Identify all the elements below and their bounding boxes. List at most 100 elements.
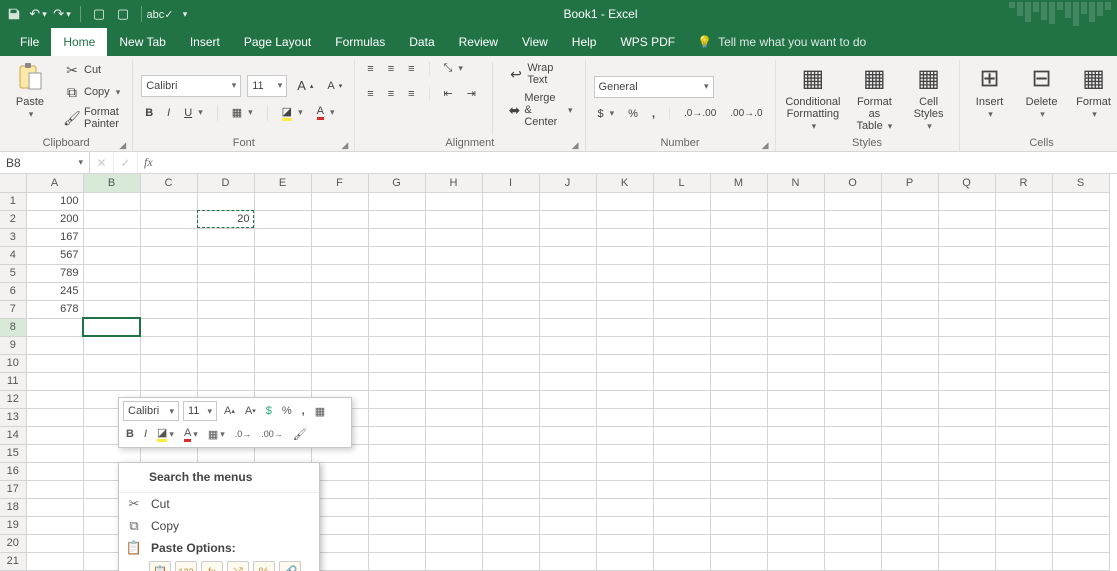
cell-H10[interactable] <box>425 354 482 372</box>
row-header-2[interactable]: 2 <box>0 210 26 228</box>
mini-italic[interactable]: I <box>141 426 150 442</box>
cell-G17[interactable] <box>368 480 425 498</box>
cell-N11[interactable] <box>767 372 824 390</box>
cell-G1[interactable] <box>368 192 425 210</box>
cell-I2[interactable] <box>482 210 539 228</box>
cell-H11[interactable] <box>425 372 482 390</box>
cell-K13[interactable] <box>596 408 653 426</box>
cell-K3[interactable] <box>596 228 653 246</box>
cell-M20[interactable] <box>710 534 767 552</box>
cell-S9[interactable] <box>1052 336 1109 354</box>
cell-S10[interactable] <box>1052 354 1109 372</box>
cell-C11[interactable] <box>140 372 197 390</box>
cell-L10[interactable] <box>653 354 710 372</box>
cell-H9[interactable] <box>425 336 482 354</box>
mini-brush[interactable]: 🖌 <box>290 426 310 443</box>
cell-S12[interactable] <box>1052 390 1109 408</box>
cell-L15[interactable] <box>653 444 710 462</box>
cell-J9[interactable] <box>539 336 596 354</box>
cell-J5[interactable] <box>539 264 596 282</box>
font-name-combo[interactable]: Calibri▾ <box>141 75 241 97</box>
cell-D11[interactable] <box>197 372 254 390</box>
cell-L18[interactable] <box>653 498 710 516</box>
cell-A8[interactable] <box>26 318 83 336</box>
cell-C6[interactable] <box>140 282 197 300</box>
cell-O5[interactable] <box>824 264 881 282</box>
row-header-16[interactable]: 16 <box>0 462 26 480</box>
formula-cancel-button[interactable]: ✕ <box>90 152 114 173</box>
cell-Q8[interactable] <box>938 318 995 336</box>
cell-S14[interactable] <box>1052 426 1109 444</box>
cell-M19[interactable] <box>710 516 767 534</box>
row-header-7[interactable]: 7 <box>0 300 26 318</box>
tab-insert[interactable]: Insert <box>178 28 232 56</box>
cell-H1[interactable] <box>425 192 482 210</box>
cell-N13[interactable] <box>767 408 824 426</box>
spellcheck-icon[interactable]: abc✓ <box>152 6 168 22</box>
tab-formulas[interactable]: Formulas <box>323 28 397 56</box>
cell-G7[interactable] <box>368 300 425 318</box>
cell-K19[interactable] <box>596 516 653 534</box>
cell-K9[interactable] <box>596 336 653 354</box>
fx-icon[interactable]: fx <box>138 155 159 170</box>
cell-R6[interactable] <box>995 282 1052 300</box>
cell-H8[interactable] <box>425 318 482 336</box>
cell-G20[interactable] <box>368 534 425 552</box>
cell-F9[interactable] <box>311 336 368 354</box>
cell-B9[interactable] <box>83 336 140 354</box>
ctx-copy[interactable]: ⧉Copy <box>119 515 319 537</box>
cell-B2[interactable] <box>83 210 140 228</box>
cell-S20[interactable] <box>1052 534 1109 552</box>
col-header-E[interactable]: E <box>254 174 311 192</box>
cell-P2[interactable] <box>881 210 938 228</box>
cell-I13[interactable] <box>482 408 539 426</box>
cell-K2[interactable] <box>596 210 653 228</box>
cell-O8[interactable] <box>824 318 881 336</box>
cell-M10[interactable] <box>710 354 767 372</box>
increase-indent-button[interactable]: ⇥ <box>463 85 480 102</box>
cell-G14[interactable] <box>368 426 425 444</box>
mini-dec-decimal[interactable]: .00→ <box>258 427 286 441</box>
cell-K10[interactable] <box>596 354 653 372</box>
cell-M8[interactable] <box>710 318 767 336</box>
mini-accounting[interactable]: $ <box>263 403 275 419</box>
cell-L19[interactable] <box>653 516 710 534</box>
cell-M11[interactable] <box>710 372 767 390</box>
row-header-15[interactable]: 15 <box>0 444 26 462</box>
cell-R3[interactable] <box>995 228 1052 246</box>
cell-D7[interactable] <box>197 300 254 318</box>
format-as-table-button[interactable]: ▦Format as Table ▾ <box>850 60 898 134</box>
align-top-button[interactable]: ≡ <box>363 61 377 77</box>
cell-J15[interactable] <box>539 444 596 462</box>
cell-I17[interactable] <box>482 480 539 498</box>
cell-Q4[interactable] <box>938 246 995 264</box>
col-header-A[interactable]: A <box>26 174 83 192</box>
cell-M17[interactable] <box>710 480 767 498</box>
col-header-I[interactable]: I <box>482 174 539 192</box>
tab-home[interactable]: Home <box>51 28 107 56</box>
cell-O20[interactable] <box>824 534 881 552</box>
cell-D9[interactable] <box>197 336 254 354</box>
cell-G5[interactable] <box>368 264 425 282</box>
cell-Q2[interactable] <box>938 210 995 228</box>
cell-J13[interactable] <box>539 408 596 426</box>
col-header-C[interactable]: C <box>140 174 197 192</box>
cell-B7[interactable] <box>83 300 140 318</box>
cell-N18[interactable] <box>767 498 824 516</box>
cell-A12[interactable] <box>26 390 83 408</box>
cell-B8[interactable] <box>83 318 140 336</box>
cell-H14[interactable] <box>425 426 482 444</box>
cell-L12[interactable] <box>653 390 710 408</box>
cell-S2[interactable] <box>1052 210 1109 228</box>
cell-L14[interactable] <box>653 426 710 444</box>
cell-O6[interactable] <box>824 282 881 300</box>
ctx-search[interactable]: Search the menus <box>119 466 319 493</box>
number-launcher[interactable]: ◢ <box>762 140 769 151</box>
cell-K17[interactable] <box>596 480 653 498</box>
cell-S5[interactable] <box>1052 264 1109 282</box>
cell-S11[interactable] <box>1052 372 1109 390</box>
cell-K20[interactable] <box>596 534 653 552</box>
cell-N10[interactable] <box>767 354 824 372</box>
cell-F8[interactable] <box>311 318 368 336</box>
cell-N7[interactable] <box>767 300 824 318</box>
